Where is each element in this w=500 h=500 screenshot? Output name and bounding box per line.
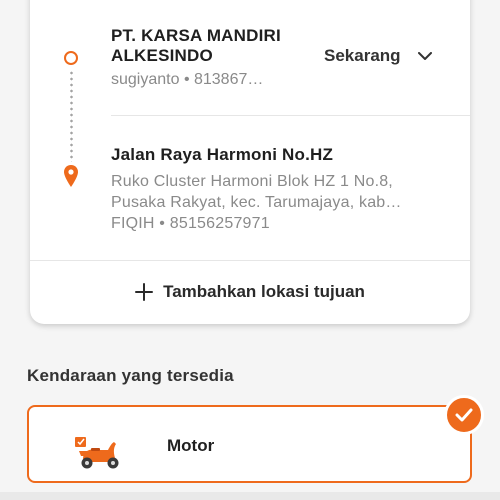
route-dotted-line [70,70,73,162]
next-section-edge [0,492,500,500]
divider [111,115,470,116]
add-destination-label: Tambahkan lokasi tujuan [163,282,365,301]
chevron-down-icon [417,51,432,60]
add-destination-button[interactable]: Tambahkan lokasi tujuan [30,261,470,323]
vehicle-name: Motor [167,436,215,455]
vehicle-option-motor[interactable]: Motor [27,395,484,483]
destination-name: Jalan Raya Harmoni No.HZ [111,145,334,164]
location-pin-icon [64,165,78,187]
route-card: PT. KARSA MANDIRI ALKESINDO sugiyanto • … [30,0,470,324]
vehicles-section-title: Kendaraan yang tersedia [27,366,234,385]
motor-scooter-icon [75,437,119,469]
origin-name: PT. KARSA MANDIRI ALKESINDO [111,26,281,65]
selected-check-icon [444,395,484,435]
destination-contact: FIQIH • 85156257971 [111,215,270,232]
schedule-selected-value: Sekarang [324,46,401,65]
origin-circle-icon [64,51,78,65]
destination-address: Ruko Cluster Harmoni Blok HZ 1 No.8, Pus… [111,173,402,211]
schedule-dropdown[interactable]: Sekarang [324,46,432,66]
plus-icon [135,283,154,301]
origin-contact: sugiyanto • 813867… [111,71,264,88]
